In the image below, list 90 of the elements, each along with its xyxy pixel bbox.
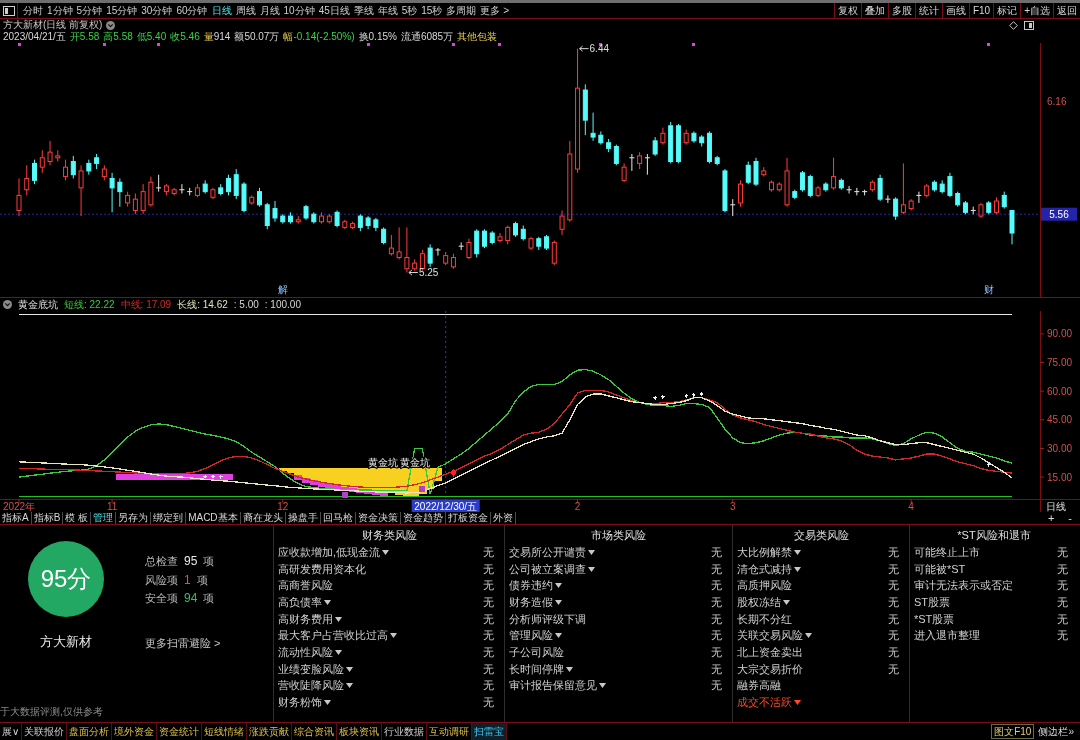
indicator-reading: : 100.00 xyxy=(264,299,301,310)
event-label: 财 xyxy=(983,284,994,295)
annotation: 6.44 xyxy=(589,43,610,55)
price-annotation: 6.44 xyxy=(579,43,610,55)
risk-value: 无 xyxy=(1057,611,1068,627)
quote-field: 收5.46 xyxy=(170,31,200,43)
axis-label: 60.00 xyxy=(1047,385,1073,397)
column-title: *ST风险和退市 xyxy=(956,528,1032,543)
risk-value: 无 xyxy=(711,594,722,610)
axis-label: 5.56 xyxy=(1049,208,1069,220)
chart-title: 方大新材(日线 前复权) xyxy=(3,19,103,31)
stat-label: 总检查 xyxy=(145,554,178,569)
risk-value: 无 xyxy=(483,544,494,560)
risk-value: 无 xyxy=(711,661,722,677)
risk-value: 无 xyxy=(1057,594,1068,610)
risk-value: 无 xyxy=(483,695,494,711)
column-title: 市场类风险 xyxy=(590,528,647,543)
company-name: 方大新材 xyxy=(40,633,92,651)
risk-value: 无 xyxy=(888,544,899,560)
event-label: 解 xyxy=(277,284,288,295)
indicator-reading: 短线: 22.22 xyxy=(64,297,115,312)
indicator-reading: 中线: 17.09 xyxy=(120,297,172,312)
risk-value: 无 xyxy=(1057,544,1068,560)
stat-unit: 项 xyxy=(203,554,215,569)
cursor-date-label: 2022/12/30/五 xyxy=(411,500,480,512)
risk-value: 无 xyxy=(483,678,494,694)
quote-field: 高5.58 xyxy=(103,31,133,43)
risk-value: 无 xyxy=(1057,628,1068,644)
quote-field: 量914 xyxy=(203,31,231,43)
axis-label: 11 xyxy=(106,501,118,512)
chart-annotation: 黄金坑 xyxy=(368,456,399,468)
column-title: 财务类风险 xyxy=(360,528,418,543)
stat-value: 95 xyxy=(184,553,198,570)
axis-label: 3 xyxy=(729,501,736,512)
risk-value: 无 xyxy=(483,594,494,610)
axis-label: 6.16 xyxy=(1047,95,1067,107)
column-title: 交易类风险 xyxy=(792,528,850,543)
axis-label: 45.00 xyxy=(1047,414,1073,426)
risk-value: 无 xyxy=(711,611,722,627)
risk-value: 无 xyxy=(888,611,899,627)
quote-field: 幅-0.14(-2.50%) xyxy=(283,31,355,43)
quote-field: 2023/04/21/五 xyxy=(3,31,66,43)
risk-value: 无 xyxy=(483,561,494,577)
risk-value: 无 xyxy=(483,628,494,644)
risk-value: 无 xyxy=(888,578,899,594)
axis-label: 2022年 xyxy=(2,501,36,512)
axis-label: 75.00 xyxy=(1047,357,1073,369)
axis-label: 15.00 xyxy=(1047,471,1073,483)
axis-title: 日线 xyxy=(1046,501,1066,512)
axis-label: 90.00 xyxy=(1047,328,1073,340)
risk-value: 无 xyxy=(483,661,494,677)
risk-value: 无 xyxy=(711,578,722,594)
risk-value: 无 xyxy=(483,644,494,660)
risk-value: 无 xyxy=(483,611,494,627)
indicator-name: 黄金底坑 xyxy=(18,297,58,312)
quote-field: 低5.40 xyxy=(136,31,167,43)
quote-field: 换0.15% xyxy=(358,31,397,43)
risk-value: 无 xyxy=(711,561,722,577)
risk-value: 无 xyxy=(711,678,722,694)
axis-label: 4 xyxy=(908,501,914,512)
axis-label: 12 xyxy=(277,501,289,512)
risk-value: 无 xyxy=(888,661,899,677)
risk-value: 无 xyxy=(711,544,722,560)
quote-field: 其他包装 xyxy=(457,31,498,43)
quote-field: 开5.58 xyxy=(69,31,100,43)
stat-unit: 项 xyxy=(203,591,215,606)
stat-unit: 项 xyxy=(196,572,208,588)
axis-label: 2 xyxy=(574,501,581,512)
stat-label: 安全项 xyxy=(145,591,178,606)
risk-value: 无 xyxy=(711,628,722,644)
score-badge: 95分 xyxy=(28,541,104,617)
stat-value: 94 xyxy=(184,590,198,607)
risk-value: 无 xyxy=(483,578,494,594)
stat-value: 1 xyxy=(184,571,191,589)
quote-field: 额50.07万 xyxy=(234,31,280,43)
risk-value: 无 xyxy=(888,644,899,660)
risk-value: 无 xyxy=(1057,578,1068,594)
risk-value: 无 xyxy=(888,594,899,610)
risk-value: 无 xyxy=(888,561,899,577)
quote-field: 流通6085万 xyxy=(400,31,454,43)
risk-value: 无 xyxy=(888,628,899,644)
price-annotation: 5.25 xyxy=(408,267,439,279)
disclaimer-text: 于大数据评测,仅供参考 xyxy=(0,705,104,719)
stat-label: 风险项 xyxy=(145,572,178,588)
annotation: 5.25 xyxy=(418,267,439,279)
indicator-reading: : 5.00 xyxy=(233,299,259,310)
axis-label: 30.00 xyxy=(1047,442,1073,454)
indicator-reading: 长线: 14.62 xyxy=(177,297,228,312)
risk-value: 无 xyxy=(711,644,722,660)
risk-value: 无 xyxy=(1057,561,1068,577)
